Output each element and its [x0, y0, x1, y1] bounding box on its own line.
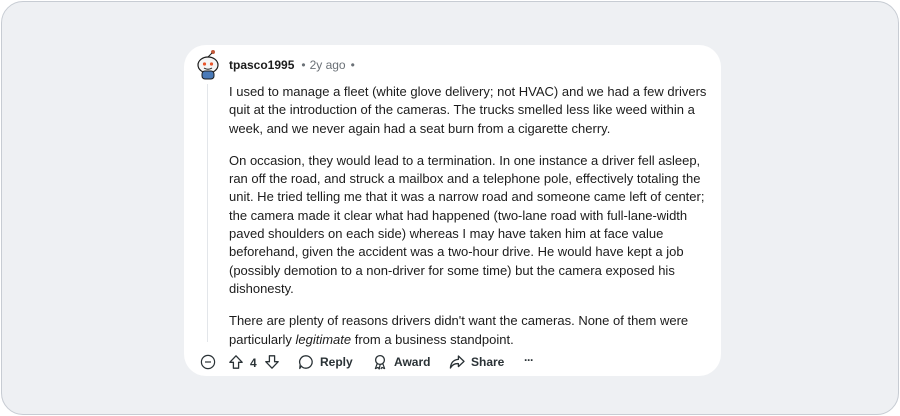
downvote-arrow-icon	[265, 355, 279, 369]
award-label: Award	[394, 355, 431, 369]
reply-button[interactable]: Reply	[298, 354, 353, 370]
reply-label: Reply	[320, 355, 353, 369]
comment-paragraph-last: There are plenty of reasons drivers didn…	[229, 312, 707, 349]
share-label: Share	[471, 355, 505, 369]
speech-bubble-icon	[299, 355, 313, 370]
share-button[interactable]: Share	[449, 354, 504, 370]
award-ribbon-icon	[374, 354, 386, 370]
more-label: ···	[524, 353, 534, 367]
action-bar: 4 Reply Award Share ···	[200, 353, 620, 373]
upvote-arrow-icon	[229, 355, 243, 369]
downvote-button[interactable]	[264, 354, 280, 370]
upvote-button[interactable]	[228, 354, 244, 370]
comment-paragraph: I used to manage a fleet (white glove de…	[229, 84, 707, 136]
meta-separator: •	[301, 58, 306, 72]
comment-paragraph: On occasion, they would lead to a termin…	[229, 152, 705, 296]
collapse-button[interactable]	[200, 354, 216, 370]
more-options-button[interactable]: ···	[524, 353, 534, 367]
avatar-icon[interactable]	[196, 49, 220, 81]
comment-meta: tpasco1995 • 2y ago •	[229, 58, 355, 72]
comment-card: tpasco1995 • 2y ago • I used to manage a…	[184, 45, 721, 376]
collapse-minus-icon	[200, 354, 216, 370]
meta-separator-end: •	[350, 58, 355, 72]
username[interactable]: tpasco1995	[229, 58, 294, 72]
paragraph-text: from a business standpoint.	[351, 331, 514, 347]
vote-score: 4	[250, 356, 257, 370]
share-arrow-icon	[449, 355, 465, 369]
comment-body: I used to manage a fleet (white glove de…	[229, 83, 707, 363]
thread-line[interactable]	[207, 84, 208, 342]
emphasized-text: legitimate	[295, 331, 352, 347]
award-button[interactable]: Award	[372, 354, 430, 370]
page-frame: tpasco1995 • 2y ago • I used to manage a…	[1, 1, 899, 415]
comment-age[interactable]: 2y ago	[310, 58, 346, 72]
